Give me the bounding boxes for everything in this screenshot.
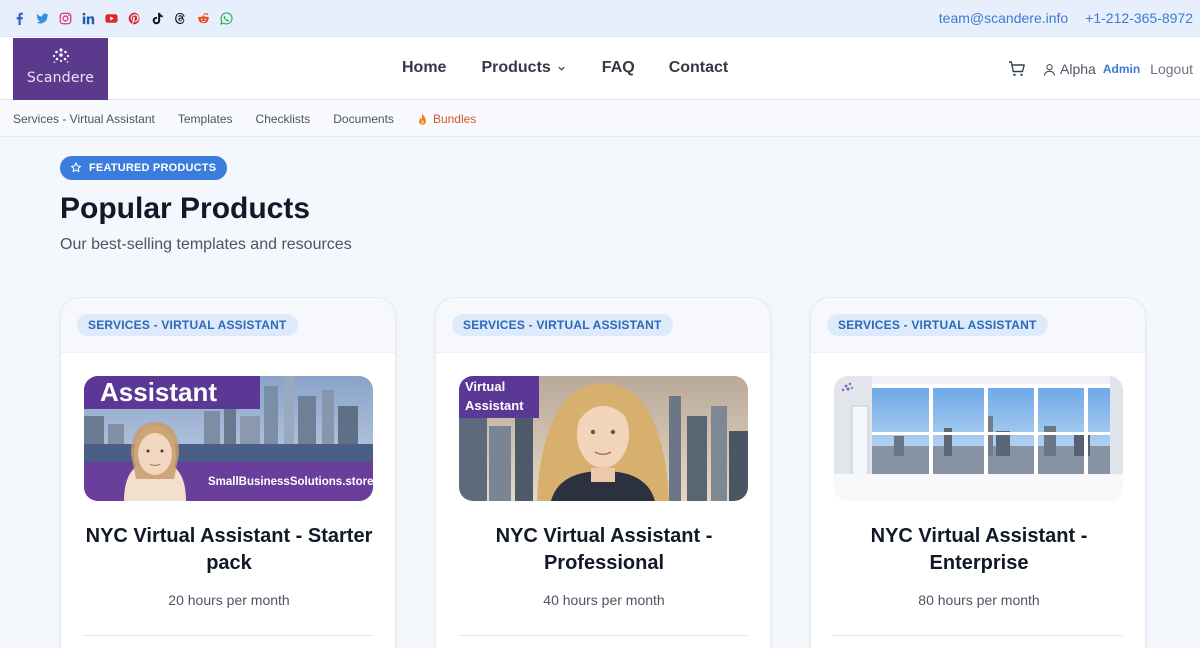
- nav-products-label: Products: [481, 59, 551, 76]
- admin-link[interactable]: Admin: [1103, 62, 1140, 76]
- image-caption-line2: Assistant: [465, 398, 524, 413]
- twitter-icon[interactable]: [35, 11, 50, 26]
- product-image[interactable]: Virtual Assistant: [459, 376, 748, 501]
- category-badge[interactable]: SERVICES - VIRTUAL ASSISTANT: [827, 314, 1048, 336]
- nav-faq[interactable]: FAQ: [602, 59, 635, 77]
- product-card[interactable]: SERVICES - VIRTUAL ASSISTANT NYC Virtual…: [810, 297, 1146, 648]
- card-divider: [83, 635, 373, 636]
- subnav-item-services[interactable]: Services - Virtual Assistant: [13, 112, 155, 126]
- phone-link[interactable]: +1-212-365-8972: [1085, 10, 1193, 26]
- user-area: Alpha Admin Logout: [1008, 60, 1193, 78]
- product-description: 80 hours per month: [918, 592, 1040, 608]
- pinterest-icon[interactable]: [127, 11, 142, 26]
- product-card[interactable]: SERVICES - VIRTUAL ASSISTANT Assistant S…: [60, 297, 396, 648]
- product-title[interactable]: NYC Virtual Assistant - Professional: [450, 523, 758, 577]
- main-navbar: Scandere Home Products FAQ Contact Alpha…: [0, 37, 1200, 100]
- brand-name: Scandere: [26, 70, 95, 86]
- product-card[interactable]: SERVICES - VIRTUAL ASSISTANT Virtual Ass…: [435, 297, 771, 648]
- email-link[interactable]: team@scandere.info: [939, 10, 1068, 26]
- nav-home[interactable]: Home: [402, 59, 446, 77]
- featured-badge-label: FEATURED PRODUCTS: [89, 162, 217, 174]
- image-footer: SmallBusinessSolutions.store: [208, 476, 373, 488]
- featured-badge: FEATURED PRODUCTS: [60, 156, 228, 180]
- logout-link[interactable]: Logout: [1150, 61, 1193, 77]
- product-image[interactable]: [834, 376, 1123, 501]
- category-badge[interactable]: SERVICES - VIRTUAL ASSISTANT: [452, 314, 673, 336]
- star-icon: [70, 162, 82, 173]
- social-links: [12, 11, 234, 26]
- product-title[interactable]: NYC Virtual Assistant - Starter pack: [75, 523, 383, 577]
- whatsapp-icon[interactable]: [219, 11, 234, 26]
- youtube-icon[interactable]: [104, 11, 119, 26]
- brand-logo[interactable]: Scandere: [13, 38, 108, 100]
- user-name: Alpha: [1060, 61, 1096, 77]
- category-badge[interactable]: SERVICES - VIRTUAL ASSISTANT: [77, 314, 298, 336]
- threads-icon[interactable]: [173, 11, 188, 26]
- nav-products[interactable]: Products: [481, 59, 565, 77]
- product-image[interactable]: Assistant SmallBusinessSolutions.store: [84, 376, 373, 501]
- subnav-item-documents[interactable]: Documents: [333, 112, 394, 126]
- page-subtitle: Our best-selling templates and resources: [60, 236, 352, 253]
- top-bar: team@scandere.info +1-212-365-8972: [0, 0, 1200, 37]
- product-description: 40 hours per month: [543, 592, 665, 608]
- primary-nav: Home Products FAQ Contact: [402, 59, 728, 77]
- instagram-icon[interactable]: [58, 11, 73, 26]
- page-title: Popular Products: [60, 192, 311, 225]
- top-contact: team@scandere.info +1-212-365-8972: [939, 10, 1193, 26]
- card-header: SERVICES - VIRTUAL ASSISTANT: [811, 298, 1145, 353]
- bundles-label: Bundles: [432, 112, 477, 126]
- subnav-item-checklists[interactable]: Checklists: [256, 112, 311, 126]
- product-title[interactable]: NYC Virtual Assistant - Enterprise: [825, 523, 1133, 577]
- card-header: SERVICES - VIRTUAL ASSISTANT: [61, 298, 395, 353]
- nav-contact[interactable]: Contact: [669, 59, 729, 77]
- product-description: 20 hours per month: [168, 592, 290, 608]
- facebook-icon[interactable]: [12, 11, 27, 26]
- reddit-icon[interactable]: [196, 11, 211, 26]
- card-divider: [833, 635, 1123, 636]
- tiktok-icon[interactable]: [150, 11, 165, 26]
- chevron-down-icon: [558, 66, 565, 71]
- subnav-item-bundles[interactable]: Bundles: [417, 112, 476, 126]
- user-icon: [1043, 63, 1056, 76]
- logo-dots-icon: [52, 48, 70, 63]
- fire-icon: [419, 113, 426, 125]
- image-caption: Assistant: [100, 377, 217, 407]
- card-header: SERVICES - VIRTUAL ASSISTANT: [436, 298, 770, 353]
- image-caption-line1: Virtual: [465, 379, 505, 394]
- linkedin-icon[interactable]: [81, 11, 96, 26]
- card-divider: [458, 635, 748, 636]
- subnav-item-templates[interactable]: Templates: [178, 112, 233, 126]
- category-subnav: Services - Virtual Assistant Templates C…: [0, 101, 1200, 137]
- cart-icon[interactable]: [1008, 60, 1026, 78]
